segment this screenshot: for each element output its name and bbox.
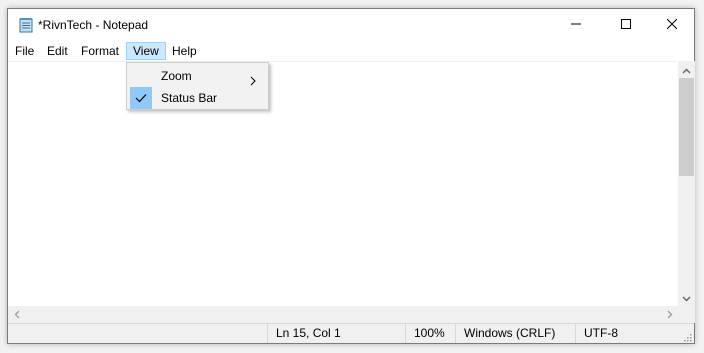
chevron-right-icon <box>248 71 258 86</box>
minimize-button[interactable] <box>553 9 599 41</box>
scroll-up-button[interactable] <box>678 61 695 78</box>
menu-item-zoom-label: Zoom <box>161 69 192 83</box>
status-line-ending: Windows (CRLF) <box>455 324 575 343</box>
scroll-right-button[interactable] <box>661 306 678 323</box>
view-dropdown-menu: Zoom Status Bar <box>126 62 269 110</box>
scrollbar-corner <box>678 306 695 323</box>
title-bar[interactable]: *RivnTech - Notepad <box>8 9 694 41</box>
chevron-right-icon <box>667 308 673 322</box>
status-bar: Ln 15, Col 1 100% Windows (CRLF) UTF-8 <box>8 323 694 343</box>
horizontal-scrollbar[interactable] <box>8 306 678 323</box>
close-icon <box>666 18 678 32</box>
status-encoding: UTF-8 <box>575 324 680 343</box>
chevron-up-icon <box>682 63 691 77</box>
close-button[interactable] <box>649 9 695 41</box>
window-title: *RivnTech - Notepad <box>38 18 149 32</box>
notepad-window: *RivnTech - Notepad File Edit Format Vie… <box>7 8 695 344</box>
status-cursor-position: Ln 15, Col 1 <box>267 324 405 343</box>
menu-view[interactable]: View <box>126 42 166 60</box>
menu-file[interactable]: File <box>9 42 40 60</box>
menu-format[interactable]: Format <box>75 42 125 60</box>
notepad-icon <box>18 17 34 33</box>
status-zoom: 100% <box>405 324 455 343</box>
menu-edit[interactable]: Edit <box>41 42 74 60</box>
menu-bar: File Edit Format View Help <box>8 41 694 61</box>
chevron-down-icon <box>682 291 691 305</box>
chevron-left-icon <box>14 308 20 322</box>
menu-item-zoom[interactable]: Zoom <box>129 65 266 87</box>
menu-help[interactable]: Help <box>166 42 203 60</box>
menu-item-status-bar[interactable]: Status Bar <box>129 87 266 109</box>
resize-grip-icon[interactable] <box>682 331 692 342</box>
minimize-icon <box>571 18 581 32</box>
menu-item-status-bar-label: Status Bar <box>161 91 218 105</box>
scroll-down-button[interactable] <box>678 289 695 306</box>
checkmark-icon <box>130 87 152 109</box>
maximize-button[interactable] <box>603 9 649 41</box>
text-editor-area[interactable] <box>8 61 677 307</box>
vertical-scrollbar[interactable] <box>678 61 695 306</box>
vertical-scroll-thumb[interactable] <box>679 78 694 176</box>
scroll-left-button[interactable] <box>8 306 25 323</box>
maximize-icon <box>621 18 631 32</box>
